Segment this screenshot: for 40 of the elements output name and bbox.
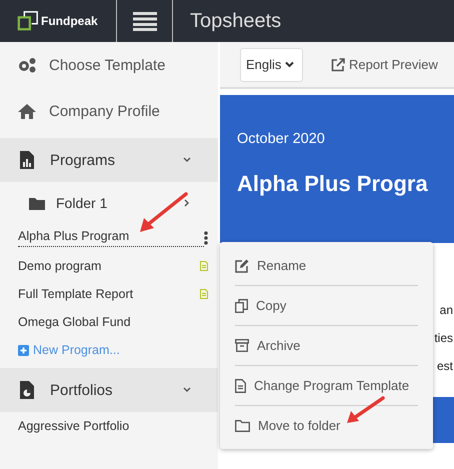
copy-icon xyxy=(235,298,248,312)
arrow-annotation xyxy=(345,396,385,424)
menu-item[interactable]: Move to folder xyxy=(235,406,418,445)
app-title: Topsheets xyxy=(190,10,282,32)
body-text: ties xyxy=(434,331,453,345)
menu-item[interactable]: Archive xyxy=(235,326,418,366)
external-link-icon xyxy=(331,58,345,72)
archive-icon xyxy=(235,339,249,352)
document-icon xyxy=(235,378,246,392)
program-item[interactable]: Aggressive Portfolio xyxy=(18,419,130,433)
section-header[interactable]: Portfolios xyxy=(0,368,218,412)
more-icon[interactable] xyxy=(204,231,208,245)
report-date: October 2020 xyxy=(237,131,326,147)
plus-icon xyxy=(18,344,29,356)
arrow-annotation xyxy=(138,192,188,234)
language-select[interactable]: Englis xyxy=(240,48,303,82)
sidebar-item[interactable]: Choose Template xyxy=(0,42,218,88)
pie-document-icon xyxy=(20,381,34,399)
folder-item[interactable]: Folder 1 xyxy=(0,182,218,224)
home-icon xyxy=(17,103,37,119)
program-item[interactable]: Demo program xyxy=(18,259,102,273)
section-header[interactable]: Programs xyxy=(0,138,218,182)
sidebar-item[interactable]: Company Profile xyxy=(0,88,218,134)
program-item[interactable]: Omega Global Fund xyxy=(18,315,131,329)
edit-icon xyxy=(235,258,249,272)
menu-item[interactable]: Rename xyxy=(235,246,418,286)
body-text: an xyxy=(440,303,453,317)
folder-icon xyxy=(29,196,45,210)
logo-text: Fundpeak xyxy=(41,14,98,28)
report-title: Alpha Plus Progra xyxy=(237,171,429,197)
body-text: est xyxy=(436,359,453,373)
report-preview-button[interactable]: Report Preview xyxy=(331,57,438,72)
menu-item[interactable]: Change Program Template xyxy=(235,366,418,406)
menu-icon[interactable] xyxy=(132,11,156,31)
menu-item[interactable]: Copy xyxy=(235,286,418,326)
logo-icon xyxy=(17,10,39,32)
chart-document-icon xyxy=(20,151,34,169)
chevron-down-icon xyxy=(285,61,294,68)
folder-icon xyxy=(235,420,250,432)
program-item[interactable]: Full Template Report xyxy=(18,287,134,301)
